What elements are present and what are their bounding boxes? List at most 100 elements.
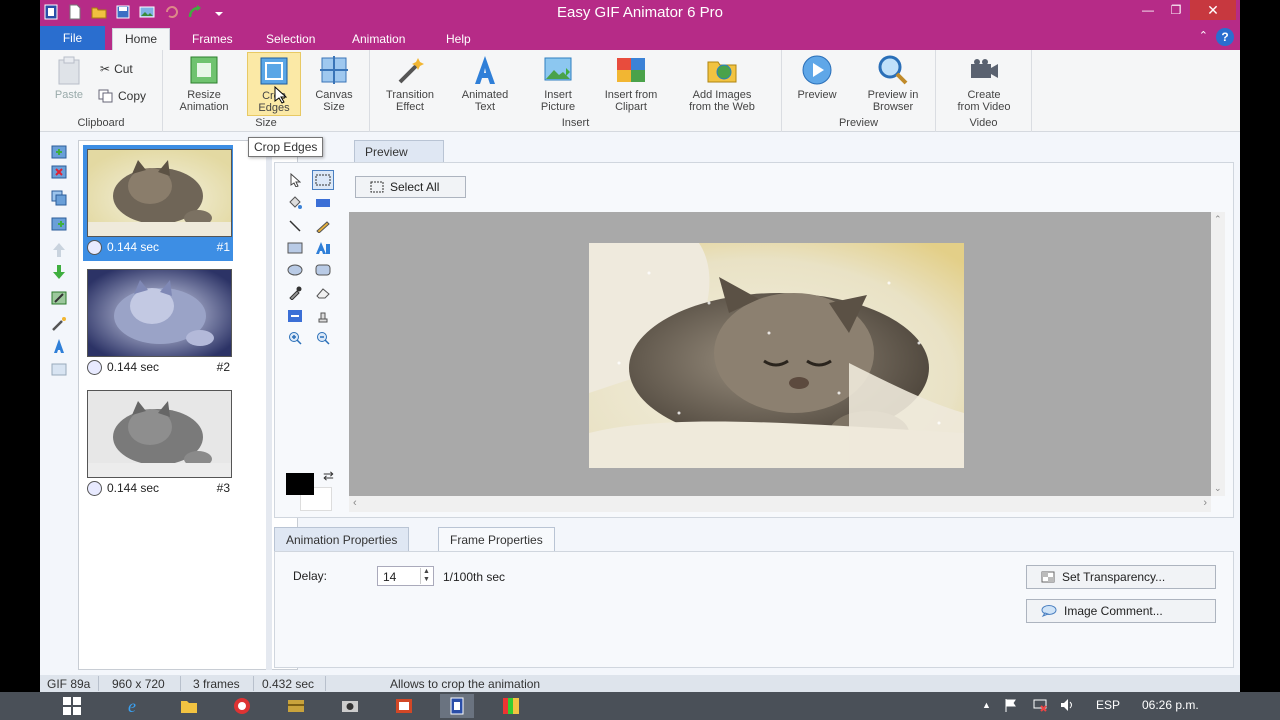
text-tool-icon[interactable] xyxy=(312,238,334,258)
app-window: Easy GIF Animator 6 Pro — ❐ ✕ File Home … xyxy=(40,0,1240,692)
tab-frames[interactable]: Frames xyxy=(186,30,239,50)
select-all-button[interactable]: Select All xyxy=(355,176,466,198)
swap-colors-icon[interactable]: ⇄ xyxy=(323,468,334,484)
rectangle-tool-icon[interactable] xyxy=(284,238,306,258)
eyedropper-icon[interactable] xyxy=(284,283,306,303)
transition-effect-button[interactable]: Transition Effect xyxy=(379,52,441,113)
resize-selection-icon[interactable] xyxy=(284,306,306,326)
magic-wand-icon xyxy=(398,58,424,84)
rect-select-tool-icon[interactable] xyxy=(312,170,334,190)
video-group-label: Video xyxy=(969,117,998,129)
zoom-out-icon[interactable] xyxy=(312,328,334,348)
frame-item-2[interactable]: 0.144 sec #2 xyxy=(83,265,233,381)
stamp-tool-icon[interactable] xyxy=(312,306,334,326)
foreground-color-swatch[interactable] xyxy=(286,473,314,495)
canvas-size-button[interactable]: Canvas Size xyxy=(303,52,365,113)
add-images-web-button[interactable]: Add Images from the Web xyxy=(676,52,768,113)
zoom-in-icon[interactable] xyxy=(284,328,306,348)
clock-time[interactable]: 06:26 p.m. xyxy=(1142,698,1199,712)
copy-button[interactable]: Copy xyxy=(98,89,146,103)
pencil-icon[interactable] xyxy=(312,216,334,236)
frame-item-1[interactable]: 0.144 sec #1 xyxy=(83,145,233,261)
input-language[interactable]: ESP xyxy=(1096,698,1120,712)
delay-spinner[interactable]: 14 ▲ ▼ xyxy=(377,566,434,586)
canvas-vertical-scrollbar[interactable]: ⌃ ⌄ xyxy=(1211,212,1225,496)
rounded-rect-tool-icon[interactable] xyxy=(312,260,334,280)
tab-help[interactable]: Help xyxy=(440,30,477,50)
color-app-icon[interactable] xyxy=(498,694,524,718)
tab-animation[interactable]: Animation xyxy=(346,30,411,50)
scroll-up-icon[interactable]: ⌃ xyxy=(1214,214,1222,225)
ribbon-tab-row: File Home Frames Selection Animation Hel… xyxy=(40,26,1240,50)
effect-wand-icon[interactable] xyxy=(51,316,67,332)
tab-preview[interactable]: Preview xyxy=(354,140,444,162)
pointer-tool-icon[interactable] xyxy=(284,170,306,190)
tab-animation-properties[interactable]: Animation Properties xyxy=(274,527,410,551)
crop-icon xyxy=(260,57,288,85)
collapse-ribbon-icon[interactable]: ⌃ xyxy=(1199,29,1208,42)
media-app-icon[interactable] xyxy=(229,694,255,718)
edit-frame-icon[interactable] xyxy=(51,290,67,306)
presentation-app-icon[interactable] xyxy=(391,694,417,718)
frame-item-3[interactable]: 0.144 sec #3 xyxy=(83,386,233,502)
paste-button[interactable]: Paste xyxy=(42,52,96,101)
tab-frame-properties[interactable]: Frame Properties xyxy=(438,527,555,551)
restore-button[interactable]: ❐ xyxy=(1162,0,1190,20)
image-comment-button[interactable]: Image Comment... xyxy=(1026,599,1216,623)
scissors-icon: ✂ xyxy=(100,62,111,76)
title-bar: Easy GIF Animator 6 Pro — ❐ ✕ xyxy=(40,0,1240,26)
comment-icon[interactable] xyxy=(51,362,67,378)
insert-picture-button[interactable]: Insert Picture xyxy=(527,52,589,113)
scroll-down-icon[interactable]: ⌄ xyxy=(1214,483,1222,494)
preview-button[interactable]: Preview xyxy=(786,52,848,101)
gradient-tool-icon[interactable] xyxy=(312,193,334,213)
archive-app-icon[interactable] xyxy=(283,694,309,718)
easy-gif-animator-taskbar-icon[interactable] xyxy=(440,694,474,718)
camera-app-icon[interactable] xyxy=(337,694,363,718)
move-down-icon[interactable] xyxy=(51,264,67,280)
spinner-arrows-icon[interactable]: ▲ ▼ xyxy=(420,568,432,584)
close-button[interactable]: ✕ xyxy=(1190,0,1236,20)
duplicate-frame-icon[interactable] xyxy=(51,190,67,206)
panel-splitter[interactable] xyxy=(266,140,272,670)
create-from-video-button[interactable]: Create from Video xyxy=(944,52,1024,113)
scroll-right-icon[interactable]: › xyxy=(1203,497,1207,509)
add-frame-icon[interactable] xyxy=(51,144,67,160)
select-all-label: Select All xyxy=(390,180,440,194)
clock-icon xyxy=(87,359,102,375)
scroll-left-icon[interactable]: ‹ xyxy=(353,497,357,509)
tab-selection[interactable]: Selection xyxy=(260,30,321,50)
canvas-horizontal-scrollbar[interactable]: ‹ › xyxy=(349,496,1211,512)
tab-home[interactable]: Home xyxy=(112,28,171,50)
fill-bucket-icon[interactable] xyxy=(284,193,306,213)
help-icon[interactable]: ? xyxy=(1216,28,1234,46)
frame-number-2: #2 xyxy=(216,360,230,374)
network-icon[interactable] xyxy=(1032,698,1048,715)
preview-browser-button[interactable]: Preview in Browser xyxy=(856,52,930,113)
action-center-flag-icon[interactable] xyxy=(1004,698,1018,715)
tab-file[interactable]: File xyxy=(40,26,105,50)
ellipse-tool-icon[interactable] xyxy=(284,260,306,280)
preview-canvas[interactable] xyxy=(349,212,1211,496)
eraser-icon[interactable] xyxy=(312,283,334,303)
delete-frame-icon[interactable] xyxy=(51,164,67,180)
minimize-button[interactable]: — xyxy=(1134,0,1162,20)
clock-icon xyxy=(87,239,102,255)
show-hidden-icons-icon[interactable]: ▲ xyxy=(982,700,991,710)
move-up-icon[interactable] xyxy=(51,242,67,258)
animated-text-button[interactable]: Animated Text xyxy=(454,52,516,113)
volume-icon[interactable] xyxy=(1060,698,1076,715)
cut-button[interactable]: ✂ Cut xyxy=(100,62,133,76)
insert-frame-icon[interactable] xyxy=(51,216,67,232)
file-explorer-icon[interactable] xyxy=(176,694,202,718)
properties-tabs: Animation Properties Frame Properties xyxy=(272,527,1234,551)
insert-clipart-button[interactable]: Insert from Clipart xyxy=(596,52,666,113)
internet-explorer-icon[interactable]: e xyxy=(122,694,148,718)
windows-start-icon[interactable] xyxy=(55,695,89,717)
delay-unit-label: 1/100th sec xyxy=(443,570,506,584)
set-transparency-button[interactable]: Set Transparency... xyxy=(1026,565,1216,589)
line-tool-icon[interactable] xyxy=(284,216,306,236)
text-icon[interactable] xyxy=(51,338,67,354)
resize-animation-button[interactable]: Resize Animation xyxy=(173,52,235,113)
status-bar: GIF 89a 960 x 720 3 frames 0.432 sec All… xyxy=(40,675,1240,692)
